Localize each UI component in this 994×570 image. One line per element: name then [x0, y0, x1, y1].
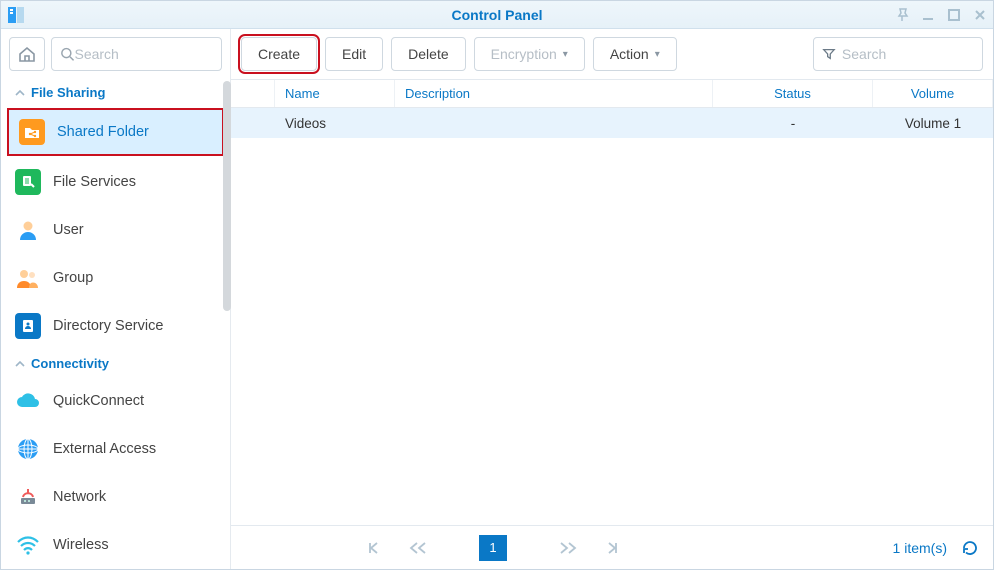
section-header-connectivity[interactable]: Connectivity [1, 350, 230, 377]
cloud-icon [15, 388, 41, 414]
sidebar-item-label: QuickConnect [53, 393, 144, 409]
close-icon[interactable] [973, 8, 987, 22]
toolbar: Create Edit Delete Encryption ▾ Action ▾ [231, 29, 993, 79]
sidebar-item-wireless[interactable]: Wireless [1, 521, 230, 569]
section-label: File Sharing [31, 85, 105, 100]
column-checkbox[interactable] [231, 80, 275, 107]
table-header: Name Description Status Volume [231, 80, 993, 108]
folder-share-icon [19, 119, 45, 145]
refresh-icon[interactable] [961, 539, 979, 557]
action-dropdown[interactable]: Action ▾ [593, 37, 677, 71]
cell-volume: Volume 1 [873, 108, 993, 138]
sidebar-item-label: Group [53, 270, 93, 286]
create-button[interactable]: Create [241, 37, 317, 71]
sidebar-item-external-access[interactable]: External Access [1, 425, 230, 473]
prev-page-icon[interactable] [407, 540, 427, 556]
shared-folder-table: Name Description Status Volume Videos - … [231, 79, 993, 525]
sidebar-item-label: Directory Service [53, 318, 163, 334]
column-description[interactable]: Description [395, 80, 713, 107]
column-volume[interactable]: Volume [873, 80, 993, 107]
titlebar: Control Panel [1, 1, 993, 29]
sidebar-item-user[interactable]: User [1, 206, 230, 254]
chevron-up-icon [15, 359, 25, 369]
sidebar-item-label: Shared Folder [57, 124, 149, 140]
maximize-icon[interactable] [947, 8, 961, 22]
pagination-bar: 1 1 item(s) [231, 525, 993, 569]
table-row[interactable]: Videos - Volume 1 [231, 108, 993, 138]
edit-button[interactable]: Edit [325, 37, 383, 71]
delete-button[interactable]: Delete [391, 37, 465, 71]
home-button[interactable] [9, 37, 45, 71]
chevron-down-icon: ▾ [563, 49, 568, 60]
column-status[interactable]: Status [713, 80, 873, 107]
home-icon [18, 45, 36, 63]
sidebar-search-input[interactable] [74, 46, 213, 62]
main-panel: Create Edit Delete Encryption ▾ Action ▾ [231, 29, 993, 569]
sidebar-item-directory-service[interactable]: Directory Service [1, 302, 230, 350]
last-page-icon[interactable] [605, 540, 621, 556]
table-body: Videos - Volume 1 [231, 108, 993, 138]
first-page-icon[interactable] [365, 540, 381, 556]
file-services-icon [15, 169, 41, 195]
sidebar-item-group[interactable]: Group [1, 254, 230, 302]
app-icon [7, 6, 25, 24]
filter-icon [822, 46, 836, 62]
column-name[interactable]: Name [275, 80, 395, 107]
encryption-dropdown[interactable]: Encryption ▾ [474, 37, 585, 71]
sidebar-search[interactable] [51, 37, 222, 71]
directory-icon [15, 313, 41, 339]
content-search-input[interactable] [842, 46, 974, 62]
window-controls [897, 8, 987, 22]
content-search[interactable] [813, 37, 983, 71]
section-label: Connectivity [31, 356, 109, 371]
chevron-down-icon: ▾ [655, 49, 660, 60]
sidebar-item-quickconnect[interactable]: QuickConnect [1, 377, 230, 425]
wifi-icon [15, 532, 41, 558]
sidebar: File Sharing Shared Folder File Services [1, 29, 231, 569]
user-icon [15, 217, 41, 243]
next-page-icon[interactable] [559, 540, 579, 556]
control-panel-window: Control Panel [0, 0, 994, 570]
chevron-up-icon [15, 88, 25, 98]
sidebar-item-network[interactable]: Network [1, 473, 230, 521]
globe-icon [15, 436, 41, 462]
sidebar-item-label: File Services [53, 174, 136, 190]
sidebar-item-shared-folder[interactable]: Shared Folder [7, 108, 224, 156]
pin-icon[interactable] [897, 8, 909, 22]
sidebar-item-label: User [53, 222, 84, 238]
encryption-label: Encryption [491, 46, 557, 62]
sidebar-item-label: Wireless [53, 537, 109, 553]
item-count: 1 item(s) [893, 540, 947, 556]
minimize-icon[interactable] [921, 8, 935, 22]
sidebar-item-label: External Access [53, 441, 156, 457]
search-icon [60, 46, 74, 62]
window-title: Control Panel [1, 7, 993, 23]
sidebar-item-label: Network [53, 489, 106, 505]
current-page[interactable]: 1 [479, 535, 507, 561]
cell-description [395, 108, 713, 138]
action-label: Action [610, 46, 649, 62]
sidebar-scrollbar[interactable] [223, 81, 231, 311]
group-icon [15, 265, 41, 291]
section-header-file-sharing[interactable]: File Sharing [1, 79, 230, 106]
cell-name: Videos [275, 108, 395, 138]
sidebar-item-file-services[interactable]: File Services [1, 158, 230, 206]
network-icon [15, 484, 41, 510]
cell-status: - [713, 108, 873, 138]
